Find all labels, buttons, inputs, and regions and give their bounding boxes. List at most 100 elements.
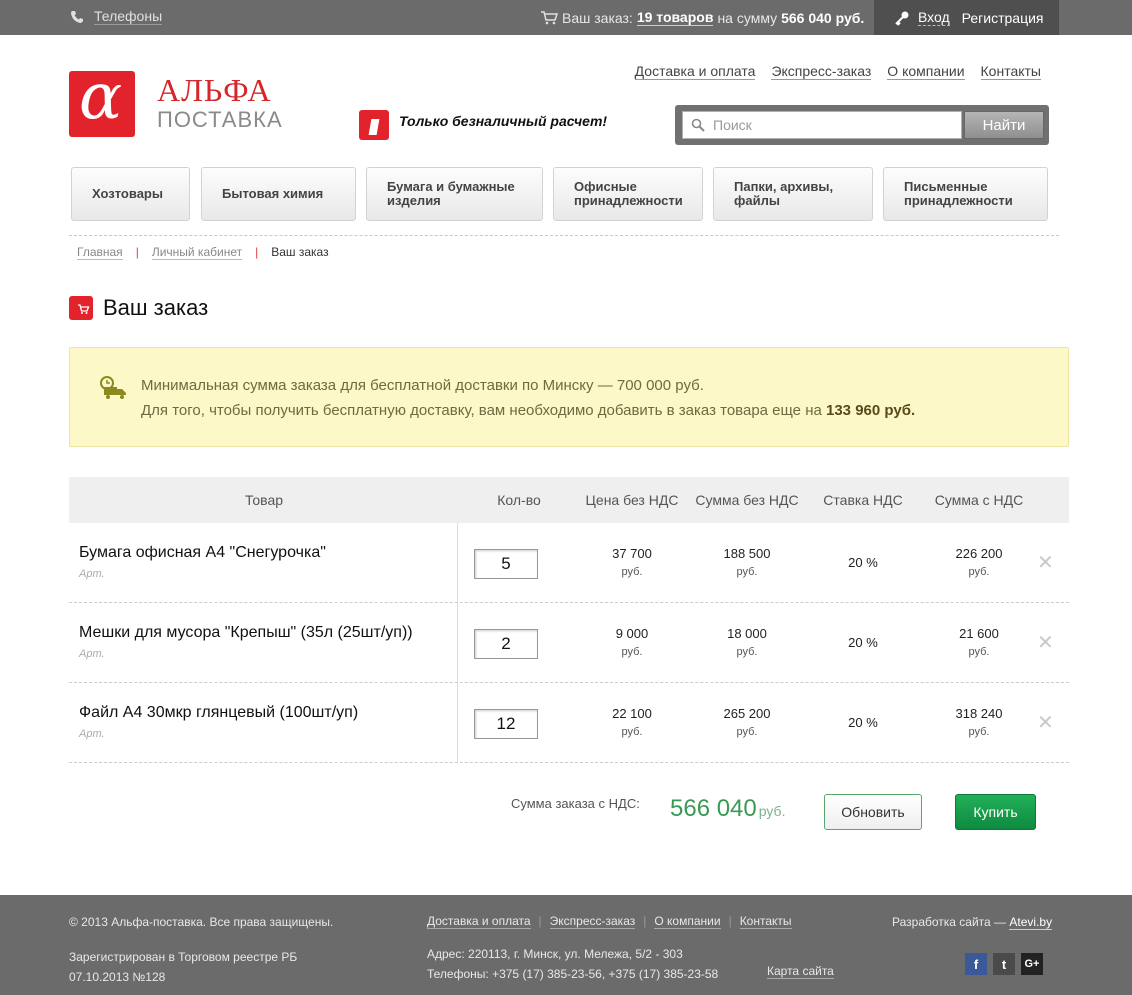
cart-mid: на сумму bbox=[717, 9, 778, 26]
order-cart-icon bbox=[69, 296, 93, 320]
buy-button[interactable]: Купить bbox=[955, 794, 1036, 830]
copyright: © 2013 Альфа-поставка. Все права защищен… bbox=[69, 915, 334, 929]
phones-link[interactable]: Телефоны bbox=[70, 8, 163, 25]
search-icon bbox=[691, 118, 705, 132]
table-row: Мешки для мусора "Крепыш" (35л (25шт/уп)… bbox=[69, 603, 1069, 683]
register-link[interactable]: Регистрация bbox=[962, 10, 1044, 26]
logo-mark: α bbox=[69, 71, 135, 137]
logo-line1: АЛЬФА bbox=[157, 72, 272, 108]
column-divider bbox=[457, 603, 458, 683]
vat-cell: 20 % bbox=[848, 635, 878, 650]
notice-text: Минимальная сумма заказа для бесплатной … bbox=[141, 373, 915, 423]
sum-cell: 265 200 руб. bbox=[723, 706, 771, 738]
phone-icon bbox=[71, 10, 83, 23]
cart-sum: 566 040 руб. bbox=[781, 9, 865, 26]
free-delivery-notice: Минимальная сумма заказа для бесплатной … bbox=[69, 347, 1069, 447]
nav-express[interactable]: Экспресс-заказ bbox=[771, 63, 872, 80]
twitter-icon[interactable]: t bbox=[993, 953, 1015, 975]
sitemap-link[interactable]: Карта сайта bbox=[767, 964, 834, 979]
key-icon bbox=[895, 11, 909, 26]
social-links: f t G+ bbox=[965, 953, 1043, 975]
delivery-truck-icon bbox=[100, 376, 126, 399]
col-product: Товар bbox=[244, 492, 284, 508]
cart-prefix: Ваш заказ: bbox=[562, 9, 633, 26]
google-plus-icon[interactable]: G+ bbox=[1021, 953, 1043, 975]
column-divider bbox=[457, 683, 458, 763]
cart-count-link[interactable]: 19 товаров bbox=[636, 9, 714, 26]
cashless-notice: Только безналичный расчет! bbox=[359, 110, 607, 140]
notice-line1: Минимальная сумма заказа для бесплатной … bbox=[141, 377, 704, 394]
sum-vat-cell: 318 240 руб. bbox=[955, 706, 1003, 738]
category-writing[interactable]: Письменные принадлежности bbox=[883, 167, 1048, 221]
total-amount: 566 040 руб. bbox=[670, 795, 786, 822]
phones-label: Телефоны bbox=[94, 8, 163, 25]
footer-nav-about[interactable]: О компании bbox=[654, 914, 721, 929]
category-office[interactable]: Офисные принадлежности bbox=[553, 167, 703, 221]
product-name[interactable]: Файл А4 30мкр глянцевый (100шт/уп) bbox=[79, 704, 358, 722]
page-title-block: Ваш заказ bbox=[69, 295, 208, 321]
table-row: Файл А4 30мкр глянцевый (100шт/уп) Арт. … bbox=[69, 683, 1069, 763]
breadcrumb-account[interactable]: Личный кабинет bbox=[151, 245, 243, 260]
quantity-input[interactable]: 2 bbox=[474, 629, 538, 659]
remove-icon[interactable]: ✕ bbox=[1037, 553, 1054, 573]
top-nav: Доставка и оплата Экспресс-заказ О компа… bbox=[634, 63, 1041, 80]
product-art: Арт. bbox=[79, 728, 105, 740]
cashless-text: Только безналичный расчет! bbox=[399, 113, 608, 129]
breadcrumb-current: Ваш заказ bbox=[271, 245, 329, 259]
product-name[interactable]: Мешки для мусора "Крепыш" (35л (25шт/уп)… bbox=[79, 624, 413, 642]
sum-cell: 18 000 руб. bbox=[727, 626, 767, 658]
category-household[interactable]: Хозтовары bbox=[71, 167, 190, 221]
sum-vat-cell: 226 200 руб. bbox=[955, 546, 1003, 578]
developer-credit: Разработка сайта — Atevi.by bbox=[892, 915, 1053, 930]
col-qty: Кол-во bbox=[497, 492, 541, 508]
sum-cell: 188 500 руб. bbox=[723, 546, 771, 578]
cart-summary: Ваш заказ: 19 товаров на сумму 566 040 р… bbox=[540, 9, 864, 26]
quantity-input[interactable]: 12 bbox=[474, 709, 538, 739]
nav-contacts[interactable]: Контакты bbox=[980, 63, 1041, 80]
category-paper[interactable]: Бумага и бумажные изделия bbox=[366, 167, 543, 221]
search-input[interactable]: Поиск bbox=[682, 111, 962, 139]
footer: © 2013 Альфа-поставка. Все права защищен… bbox=[0, 895, 1132, 995]
search-box: Поиск Найти bbox=[675, 105, 1049, 145]
site-logo[interactable]: α АЛЬФА ПОСТАВКА bbox=[69, 71, 283, 137]
price-cell: 37 700 руб. bbox=[612, 546, 652, 578]
auth-box: Вход Регистрация bbox=[874, 0, 1059, 35]
table-header: Товар Кол-во Цена без НДС Сумма без НДС … bbox=[69, 477, 1069, 523]
login-link[interactable]: Вход bbox=[918, 9, 950, 26]
footer-nav-express[interactable]: Экспресс-заказ bbox=[549, 914, 636, 929]
nav-about[interactable]: О компании bbox=[887, 63, 965, 80]
product-name[interactable]: Бумага офисная А4 "Снегурочка" bbox=[79, 544, 326, 562]
breadcrumb-separator: | bbox=[255, 245, 259, 259]
product-art: Арт. bbox=[79, 648, 105, 660]
col-price: Цена без НДС bbox=[585, 492, 679, 508]
update-button[interactable]: Обновить bbox=[824, 794, 922, 830]
breadcrumb: Главная | Личный кабинет | Ваш заказ bbox=[77, 245, 329, 260]
category-chemicals[interactable]: Бытовая химия bbox=[201, 167, 356, 221]
quantity-input[interactable]: 5 bbox=[474, 549, 538, 579]
sum-vat-cell: 21 600 руб. bbox=[959, 626, 999, 658]
logo-text: АЛЬФА ПОСТАВКА bbox=[157, 73, 283, 133]
remove-icon[interactable]: ✕ bbox=[1037, 633, 1054, 653]
column-divider bbox=[457, 523, 458, 603]
price-cell: 22 100 руб. bbox=[612, 706, 652, 738]
footer-nav-delivery[interactable]: Доставка и оплата bbox=[427, 914, 531, 929]
footer-nav-contacts[interactable]: Контакты bbox=[739, 914, 792, 929]
category-folders[interactable]: Папки, архивы, файлы bbox=[713, 167, 873, 221]
col-vat-rate: Ставка НДС bbox=[823, 492, 903, 508]
page-title: Ваш заказ bbox=[103, 295, 209, 320]
remove-icon[interactable]: ✕ bbox=[1037, 713, 1054, 733]
facebook-icon[interactable]: f bbox=[965, 953, 987, 975]
product-art: Арт. bbox=[79, 568, 105, 580]
footer-nav: Доставка и оплата | Экспресс-заказ | О к… bbox=[427, 914, 792, 929]
col-sum-vat: Сумма с НДС bbox=[934, 492, 1024, 508]
registration-info: Зарегистрирован в Торговом реестре РБ 07… bbox=[69, 950, 298, 984]
search-button[interactable]: Найти bbox=[964, 111, 1044, 139]
breadcrumb-home[interactable]: Главная bbox=[77, 245, 123, 260]
developer-link[interactable]: Atevi.by bbox=[1009, 915, 1053, 930]
cashless-icon bbox=[359, 110, 389, 140]
total-label: Сумма заказа с НДС: bbox=[511, 796, 640, 811]
notice-amount: 133 960 руб. bbox=[826, 402, 916, 419]
nav-delivery[interactable]: Доставка и оплата bbox=[634, 63, 756, 80]
notice-line2: Для того, чтобы получить бесплатную дост… bbox=[141, 402, 916, 419]
logo-line2: ПОСТАВКА bbox=[157, 107, 283, 132]
